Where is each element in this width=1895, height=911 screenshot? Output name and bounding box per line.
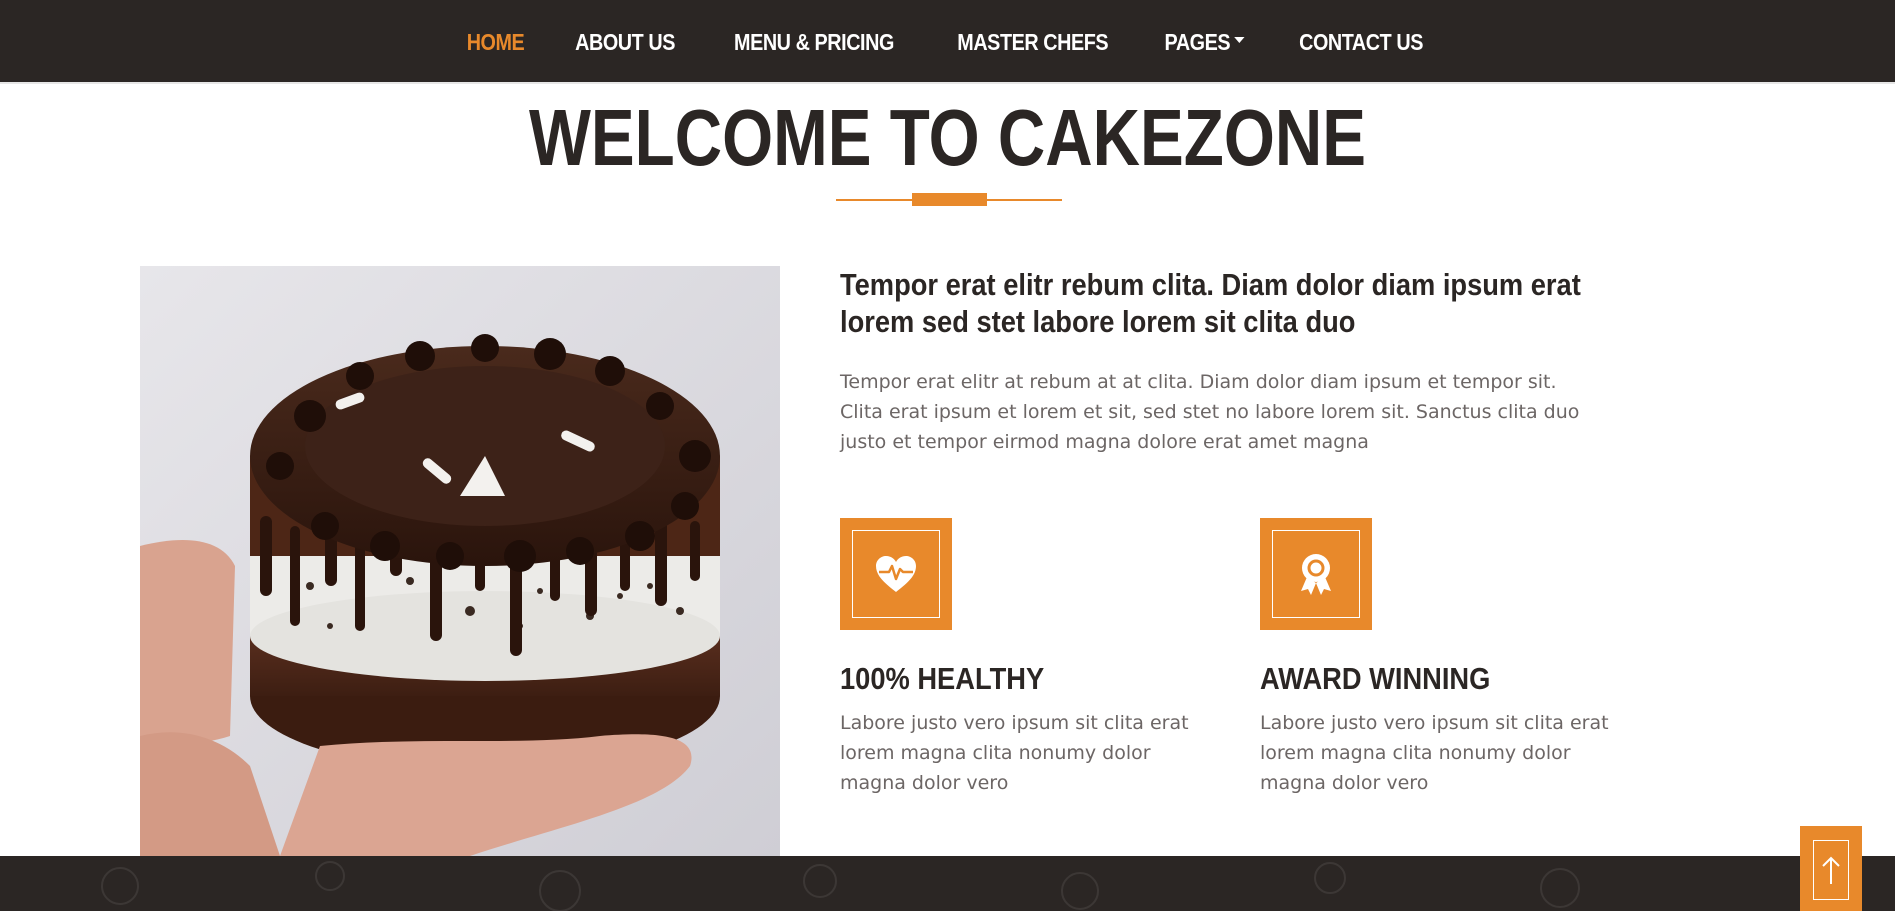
feature-title: 100% HEALTHY	[840, 661, 1045, 696]
nav-menu: HOME ABOUT US MENU & PRICING MASTER CHEF…	[0, 0, 1895, 84]
feature-icon-frame	[1272, 530, 1360, 618]
feature-award: AWARD WINNING Labore justo vero ipsum si…	[1260, 518, 1620, 798]
title-divider	[836, 193, 1062, 207]
about-heading: Tempor erat elitr rebum clita. Diam dolo…	[840, 267, 1581, 339]
chocolate-cake-image	[140, 266, 780, 856]
footer-strip	[0, 856, 1895, 911]
feature-title: AWARD WINNING	[1260, 661, 1491, 696]
back-to-top-frame	[1813, 840, 1849, 900]
nav-item-master-chefs[interactable]: MASTER CHEFS	[957, 29, 1108, 56]
feature-icon-box	[840, 518, 952, 630]
back-to-top-button[interactable]	[1800, 826, 1862, 911]
heart-pulse-icon	[876, 556, 916, 592]
nav-item-home[interactable]: HOME	[466, 29, 524, 56]
feature-icon-box	[1260, 518, 1372, 630]
feature-text: Labore justo vero ipsum sit clita erat l…	[1260, 712, 1609, 794]
cake-illustration	[140, 266, 780, 856]
chevron-down-icon	[1234, 37, 1245, 44]
feature-text: Labore justo vero ipsum sit clita erat l…	[840, 712, 1189, 794]
top-navbar: HOME ABOUT US MENU & PRICING MASTER CHEF…	[0, 0, 1895, 84]
nav-item-menu-pricing[interactable]: MENU & PRICING	[734, 29, 894, 56]
award-icon	[1301, 554, 1331, 595]
divider-block	[912, 193, 987, 206]
page-title: WELCOME TO CAKEZONE	[528, 93, 1367, 182]
feature-healthy: 100% HEALTHY Labore justo vero ipsum sit…	[840, 518, 1200, 798]
about-text: Tempor erat elitr at rebum at at clita. …	[840, 371, 1580, 453]
nav-item-about-us[interactable]: ABOUT US	[575, 29, 675, 56]
nav-item-pages[interactable]: PAGES	[1165, 29, 1245, 56]
footer-pattern	[101, 861, 1580, 911]
nav-item-pages-label: PAGES	[1164, 28, 1231, 55]
nav-item-contact-us[interactable]: CONTACT US	[1299, 29, 1423, 56]
feature-icon-frame	[852, 530, 940, 618]
arrow-up-icon	[1822, 856, 1840, 884]
